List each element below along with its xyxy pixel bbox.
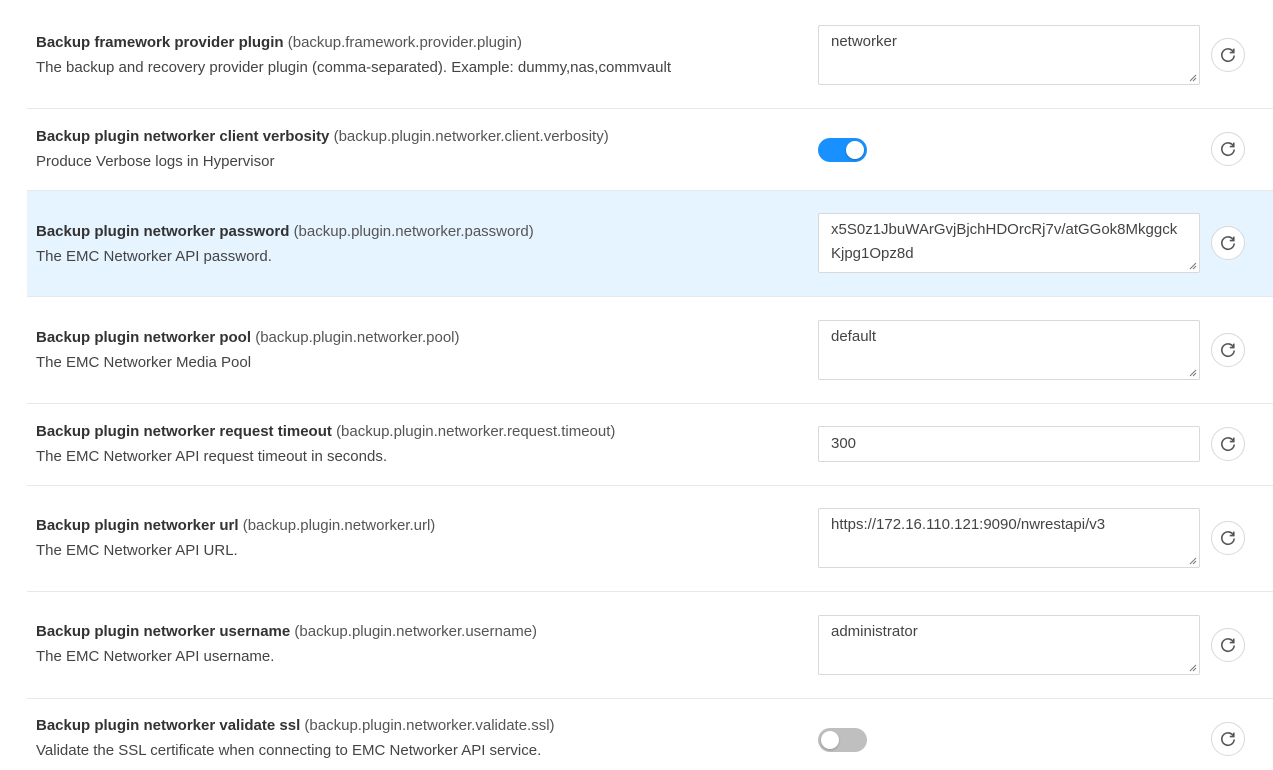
- setting-info: Backup plugin networker username (backup…: [36, 622, 537, 667]
- setting-row-validate-ssl: Backup plugin networker validate ssl (ba…: [27, 699, 1273, 770]
- setting-title-line: Backup plugin networker client verbosity…: [36, 127, 609, 147]
- setting-description: The EMC Networker Media Pool: [36, 354, 252, 371]
- reset-icon: [1221, 343, 1235, 358]
- setting-description: The EMC Networker API password.: [36, 248, 272, 265]
- setting-value-textarea[interactable]: https://172.16.110.121:9090/nwrestapi/v3: [818, 508, 1200, 568]
- setting-title-line: Backup plugin networker validate ssl (ba…: [36, 716, 555, 736]
- setting-name: Backup framework provider plugin: [36, 34, 284, 51]
- setting-key: (backup.plugin.networker.request.timeout…: [336, 423, 616, 440]
- setting-value-textarea[interactable]: default: [818, 320, 1200, 380]
- reset-button[interactable]: [1211, 38, 1245, 72]
- setting-info: Backup plugin networker pool (backup.plu…: [36, 328, 460, 373]
- setting-row-request-timeout: Backup plugin networker request timeout …: [27, 404, 1273, 486]
- setting-description: Produce Verbose logs in Hypervisor: [36, 153, 275, 170]
- setting-name: Backup plugin networker client verbosity: [36, 128, 330, 145]
- setting-value: default: [831, 328, 877, 345]
- setting-row-url: Backup plugin networker url (backup.plug…: [27, 486, 1273, 592]
- reset-icon: [1221, 437, 1235, 452]
- setting-title-line: Backup plugin networker password (backup…: [36, 222, 534, 242]
- setting-name: Backup plugin networker request timeout: [36, 423, 332, 440]
- toggle-knob: [846, 141, 864, 159]
- reset-button[interactable]: [1211, 226, 1245, 260]
- setting-name: Backup plugin networker username: [36, 623, 291, 640]
- setting-info: Backup plugin networker request timeout …: [36, 422, 615, 467]
- setting-info: Backup plugin networker validate ssl (ba…: [36, 716, 555, 761]
- setting-title-line: Backup framework provider plugin (backup…: [36, 33, 671, 53]
- reset-button[interactable]: [1211, 427, 1245, 461]
- setting-row-username: Backup plugin networker username (backup…: [27, 592, 1273, 699]
- setting-key: (backup.plugin.networker.pool): [255, 329, 460, 346]
- setting-value: administrator: [831, 623, 918, 640]
- resize-grip-icon[interactable]: [1188, 261, 1197, 270]
- setting-key: (backup.plugin.networker.username): [294, 623, 538, 640]
- setting-value-input[interactable]: 300: [818, 426, 1200, 462]
- setting-key: (backup.plugin.networker.password): [293, 223, 534, 240]
- setting-title-line: Backup plugin networker pool (backup.plu…: [36, 328, 460, 348]
- setting-description: The EMC Networker API URL.: [36, 542, 238, 559]
- setting-value-textarea[interactable]: x5S0z1JbuWArGvjBjchHDOrcRj7v/atGGok8Mkgg…: [818, 213, 1200, 273]
- setting-key: (backup.framework.provider.plugin): [287, 34, 523, 51]
- setting-description: The EMC Networker API request timeout in…: [36, 448, 387, 465]
- resize-grip-icon[interactable]: [1188, 556, 1197, 565]
- setting-info: Backup plugin networker password (backup…: [36, 222, 534, 267]
- setting-row-client-verbosity: Backup plugin networker client verbosity…: [27, 109, 1273, 191]
- setting-name: Backup plugin networker pool: [36, 329, 252, 346]
- setting-value: networker: [831, 33, 897, 50]
- setting-toggle-switch[interactable]: [818, 728, 867, 752]
- setting-row-pool: Backup plugin networker pool (backup.plu…: [27, 297, 1273, 404]
- reset-icon: [1221, 142, 1235, 157]
- setting-name: Backup plugin networker validate ssl: [36, 717, 301, 734]
- reset-icon: [1221, 638, 1235, 653]
- setting-name: Backup plugin networker url: [36, 517, 239, 534]
- setting-key: (backup.plugin.networker.client.verbosit…: [333, 128, 609, 145]
- reset-icon: [1221, 48, 1235, 63]
- reset-button[interactable]: [1211, 132, 1245, 166]
- reset-button[interactable]: [1211, 722, 1245, 756]
- setting-description: The EMC Networker API username.: [36, 648, 275, 665]
- setting-toggle-switch[interactable]: [818, 138, 867, 162]
- setting-title-line: Backup plugin networker username (backup…: [36, 622, 537, 642]
- setting-row-password: Backup plugin networker password (backup…: [27, 191, 1273, 297]
- setting-value-textarea[interactable]: networker: [818, 25, 1200, 85]
- setting-value-textarea[interactable]: administrator: [818, 615, 1200, 675]
- setting-row-framework-provider-plugin: Backup framework provider plugin (backup…: [27, 0, 1273, 109]
- setting-title-line: Backup plugin networker url (backup.plug…: [36, 516, 435, 536]
- resize-grip-icon[interactable]: [1188, 368, 1197, 377]
- setting-value: 300: [831, 435, 857, 452]
- setting-description: Validate the SSL certificate when connec…: [36, 742, 542, 759]
- reset-icon: [1221, 531, 1235, 546]
- settings-list: Backup framework provider plugin (backup…: [0, 0, 1273, 770]
- reset-button[interactable]: [1211, 333, 1245, 367]
- setting-info: Backup plugin networker client verbosity…: [36, 127, 609, 172]
- setting-key: (backup.plugin.networker.url): [242, 517, 436, 534]
- setting-value: https://172.16.110.121:9090/nwrestapi/v3: [831, 516, 1106, 533]
- reset-button[interactable]: [1211, 628, 1245, 662]
- resize-grip-icon[interactable]: [1188, 663, 1197, 672]
- setting-title-line: Backup plugin networker request timeout …: [36, 422, 615, 442]
- setting-info: Backup framework provider plugin (backup…: [36, 33, 671, 78]
- setting-key: (backup.plugin.networker.validate.ssl): [304, 717, 555, 734]
- toggle-knob: [821, 731, 839, 749]
- reset-button[interactable]: [1211, 521, 1245, 555]
- reset-icon: [1221, 236, 1235, 251]
- setting-description: The backup and recovery provider plugin …: [36, 59, 671, 76]
- resize-grip-icon[interactable]: [1188, 73, 1197, 82]
- setting-info: Backup plugin networker url (backup.plug…: [36, 516, 435, 561]
- setting-value: x5S0z1JbuWArGvjBjchHDOrcRj7v/atGGok8Mkgg…: [831, 221, 1178, 262]
- reset-icon: [1221, 732, 1235, 747]
- setting-name: Backup plugin networker password: [36, 223, 290, 240]
